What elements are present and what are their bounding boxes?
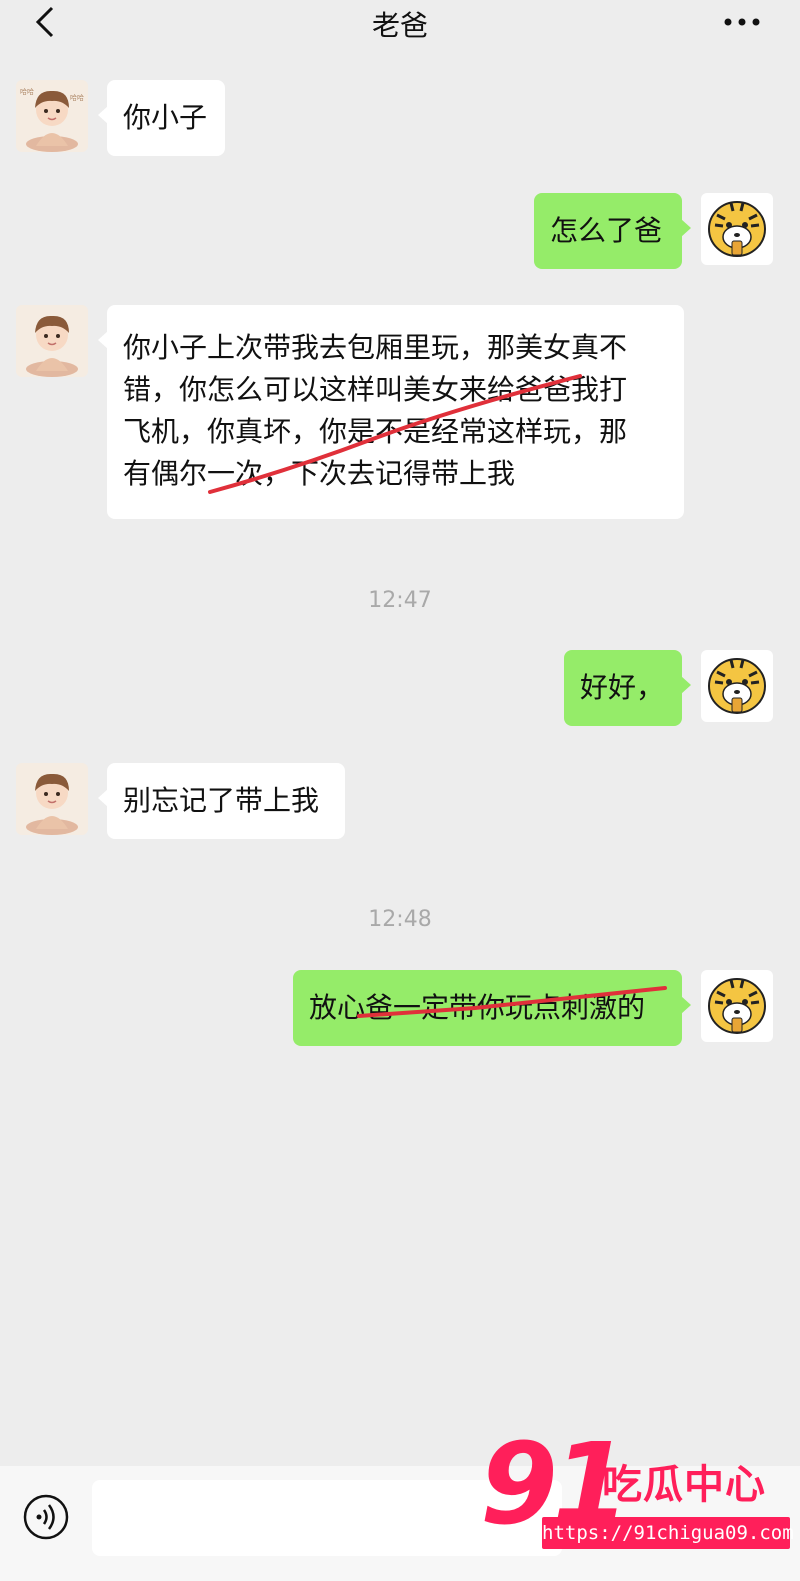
message-bubble-incoming[interactable]: 你小子 <box>98 80 225 156</box>
message-line: 飞机，你真坏，你是不是经常这样玩，那 <box>123 415 628 448</box>
tiger-avatar-icon <box>701 650 773 722</box>
message-text: 别忘记了带上我 <box>123 784 320 817</box>
message-bubble-outgoing[interactable]: 好好， <box>564 650 691 726</box>
father-avatar[interactable]: 哈哈 哈哈 <box>16 80 88 152</box>
message-line: 错，你怎么可以这样叫美女来给爸爸我打 <box>123 373 628 406</box>
voice-icon[interactable] <box>22 1493 70 1541</box>
message-bubble-outgoing[interactable]: 怎么了爸 <box>534 193 691 269</box>
my-avatar[interactable] <box>701 650 773 722</box>
my-avatar[interactable] <box>701 193 773 265</box>
my-avatar[interactable] <box>701 970 773 1042</box>
father-avatar[interactable] <box>16 305 88 377</box>
chat-header: 老爸 <box>0 0 800 44</box>
message-bubble-incoming[interactable]: 你小子上次带我去包厢里玩，那美女真不 错，你怎么可以这样叫美女来给爸爸我打 飞机… <box>98 305 684 519</box>
message-bubble-outgoing[interactable]: 放心爸一定带你玩点刺激的 <box>293 970 691 1046</box>
chat-title: 老爸 <box>371 9 428 42</box>
timestamp: 12:47 <box>368 588 432 613</box>
more-dots-icon[interactable] <box>722 8 762 36</box>
message-text: 好好， <box>580 671 665 704</box>
watermark-name: 吃瓜中心 <box>602 1462 766 1508</box>
svg-text:哈哈: 哈哈 <box>70 93 84 102</box>
timestamp: 12:48 <box>368 907 432 932</box>
father-avatar[interactable] <box>16 763 88 835</box>
boy-avatar-icon <box>16 763 88 835</box>
message-text: 你小子 <box>123 101 208 134</box>
message-line: 你小子上次带我去包厢里玩，那美女真不 <box>123 331 628 364</box>
svg-text:哈哈: 哈哈 <box>20 87 34 96</box>
message-line: 有偶尔一次，下次去记得带上我 <box>123 457 516 490</box>
message-text: 怎么了爸 <box>550 214 663 247</box>
tiger-avatar-icon <box>701 193 773 265</box>
boy-avatar-icon <box>16 305 88 377</box>
message-text: 放心爸一定带你玩点刺激的 <box>309 991 646 1024</box>
watermark-url: https://91chigua09.com <box>542 1517 794 1549</box>
message-bubble-incoming[interactable]: 别忘记了带上我 <box>98 763 345 839</box>
boy-avatar-icon: 哈哈 哈哈 <box>16 80 88 152</box>
tiger-avatar-icon <box>701 970 773 1042</box>
